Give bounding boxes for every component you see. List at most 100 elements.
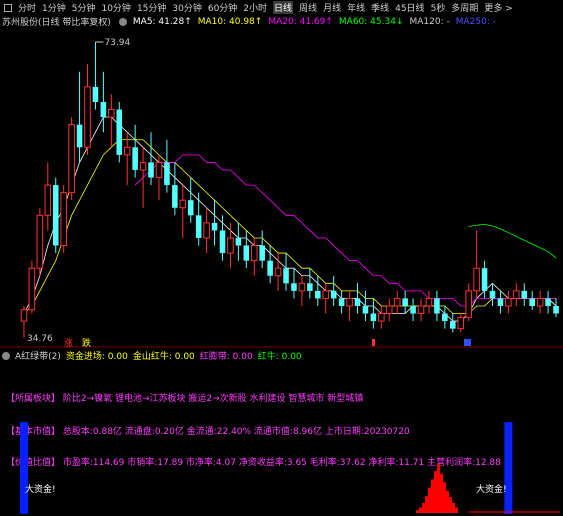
candle [307,283,313,291]
candle [274,267,282,277]
candle [139,161,147,171]
candle [211,222,218,231]
marker-down: 跌 [82,338,91,348]
period-tab-3[interactable]: 10分钟 [101,1,130,14]
candle [354,298,361,306]
candle [481,268,488,291]
period-tab-16[interactable]: 更多 > [484,1,512,14]
candle [553,305,559,314]
candle [155,161,163,179]
candle [497,298,504,306]
ma20-label: MA20: 41.69↑ [268,16,333,27]
candle [267,260,273,276]
window-icon[interactable] [4,3,12,12]
candle [195,215,202,238]
candle [425,297,433,307]
period-tab-1[interactable]: 1分钟 [42,1,66,14]
candle [172,185,178,208]
candle [434,298,440,314]
settings-icon[interactable] [2,351,10,360]
fund-histogram-bar [422,502,425,513]
period-tab-0[interactable]: 分时 [18,1,36,14]
period-tab-10[interactable]: 月线 [323,1,341,14]
candle [36,214,44,269]
marker-up: 涨 [64,338,73,348]
candlestick-chart[interactable]: 73.94 34.76 涨 跌 [0,30,563,348]
candle [442,313,448,322]
ma60-label: MA60: 45.34↓ [338,16,404,27]
period-tab-14[interactable]: 5秒 [431,1,446,14]
candle [44,184,52,216]
fund-flow-label: 资金进场: 0.00 [65,352,128,362]
big-fund-bar [504,422,513,514]
candle [20,309,28,322]
candle [536,297,544,307]
period-tab-13[interactable]: 45日线 [395,1,424,14]
candle [457,316,465,330]
candle [116,109,123,155]
golden-label: 金山红牛: 0.00 [132,352,195,362]
period-tab-8[interactable]: 日线 [273,1,294,14]
candle [410,305,416,314]
period-tab-12[interactable]: 季线 [371,1,389,14]
ma10-label: MA10: 40.98↑ [197,16,263,27]
candle [378,313,385,322]
candle [250,245,258,262]
candle [283,268,289,284]
fund-histogram-bar [428,487,431,513]
candle [76,124,83,148]
candle [473,267,480,292]
stock-name: 苏州股份(日线 带比率复权) [2,18,111,28]
candle [322,290,330,299]
period-tab-9[interactable]: 周线 [299,1,317,14]
candle [243,245,250,261]
candle [148,162,154,178]
period-tab-5[interactable]: 30分钟 [172,1,201,14]
period-tab-6[interactable]: 60分钟 [208,1,237,14]
fund-histogram-bar [437,463,440,513]
fund-histogram-bar [446,490,449,513]
period-tabs: 分时 1分钟 5分钟 10分钟 15分钟 30分钟 60分钟 2小时 日线 周线 月线 年线 季线 45日… [18,1,519,14]
candle [52,185,59,246]
candle [164,162,170,186]
fund-histogram-bar [440,473,443,513]
period-tab-11[interactable]: 年线 [347,1,365,14]
candle [465,290,472,318]
candle [92,86,99,102]
candle [100,101,107,118]
candle [370,313,377,322]
candle [489,290,496,299]
fund-histogram-bar [431,479,434,513]
fund-histogram-bar [434,471,437,513]
period-tab-15[interactable]: 多周期 [451,1,478,14]
period-tab-2[interactable]: 5分钟 [72,1,96,14]
event-marker [372,339,375,346]
period-tab-4[interactable]: 15分钟 [137,1,166,14]
candle [179,199,187,209]
period-toolbar: 分时 1分钟 5分钟 10分钟 15分钟 30分钟 60分钟 2小时 日线 周线 月线 年线 季线 45日… [0,0,563,15]
ma250-label: MA250: - [455,16,496,27]
candle [259,245,265,261]
big-fund-label-right: 大资金! [476,485,507,495]
candle [529,298,535,306]
candle [521,290,528,299]
candle [187,200,194,216]
candle [346,297,353,307]
event-marker-2 [464,339,471,346]
candle [450,321,456,329]
candle [219,230,226,254]
red-cow-label: 红牛: 0.00 [257,352,302,362]
candle [203,222,210,239]
ma-indicator-bar: 苏州股份(日线 带比率复权) MA5: 41.28↑ MA10: 40.98↑ … [0,15,563,29]
candle [362,305,369,314]
candle [505,297,512,307]
big-fund-label-left: 大资金! [25,485,56,495]
candle [235,237,242,246]
period-tab-7[interactable]: 2小时 [243,1,267,14]
settings-icon[interactable] [118,17,127,26]
ma5-label: MA5: 41.28↑ [132,16,192,27]
candle [545,298,551,306]
fund-histogram-bar [419,507,422,513]
low-price-label: 34.76 [27,334,53,344]
candle [132,147,138,170]
